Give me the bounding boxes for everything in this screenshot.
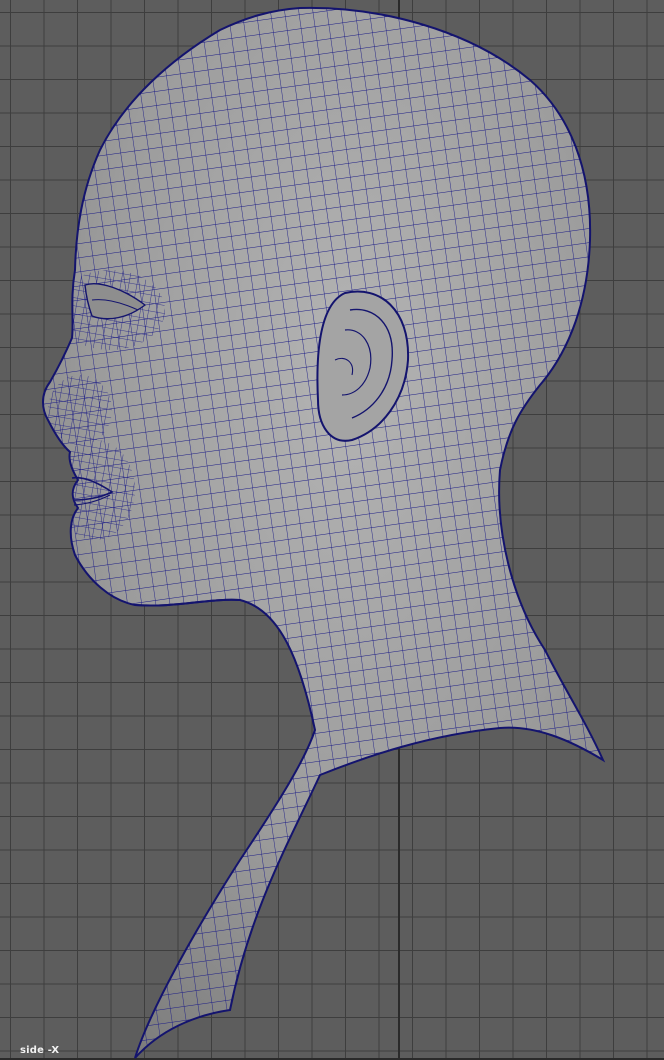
camera-view-label: side -X bbox=[20, 1045, 60, 1056]
side-viewport[interactable]: side -X bbox=[0, 0, 664, 1060]
head-wireframe-mesh[interactable] bbox=[0, 0, 664, 1060]
